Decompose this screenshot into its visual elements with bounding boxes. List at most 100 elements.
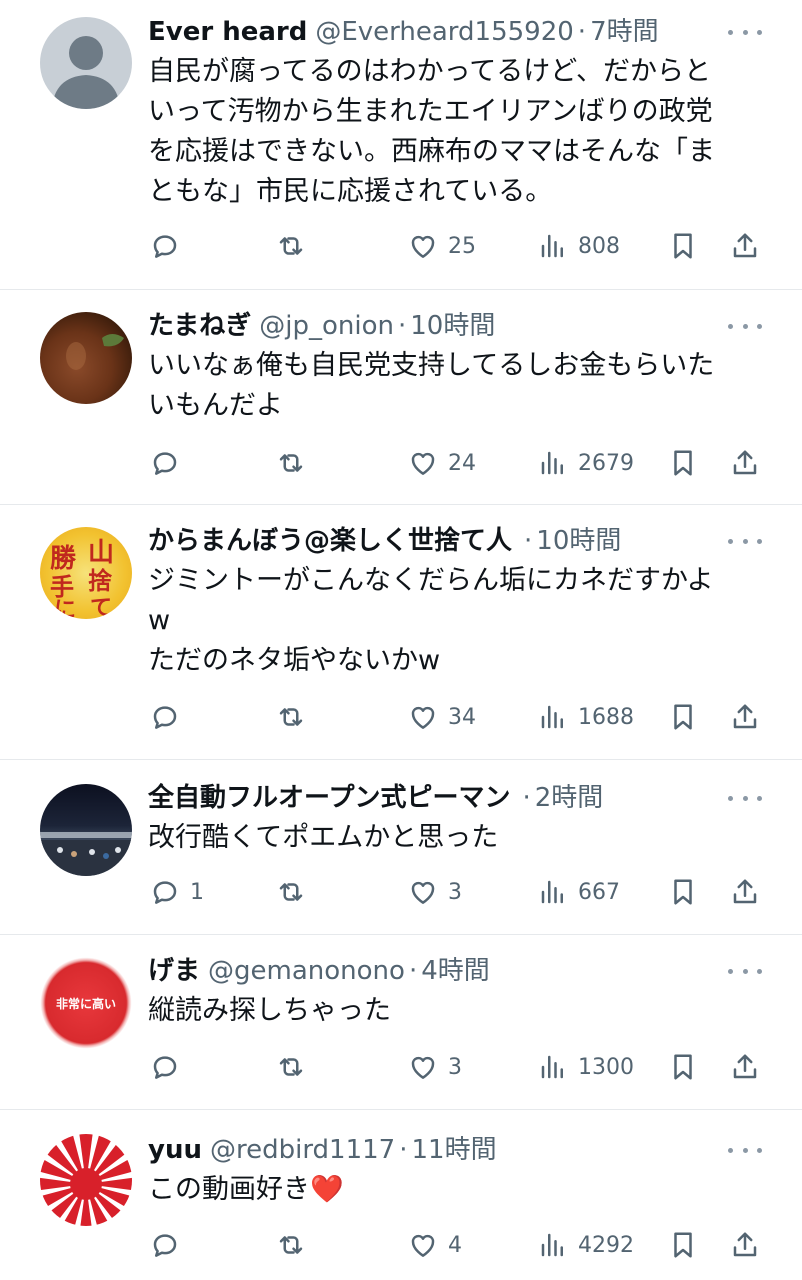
more-options-icon[interactable]	[728, 12, 762, 52]
bookmark-button[interactable]	[668, 697, 698, 737]
analytics-icon	[541, 1055, 563, 1079]
retweet-icon	[279, 454, 303, 472]
user-handle[interactable]: @Everheard155920	[315, 12, 573, 52]
like-button[interactable]: 3	[408, 872, 462, 912]
more-options-icon[interactable]	[728, 306, 762, 346]
bookmark-button[interactable]	[668, 443, 698, 483]
retweet-button[interactable]	[276, 226, 316, 266]
tweet[interactable]: yuu @redbird1117 · 11時間 この動画好き❤️ 4 4292	[0, 1110, 802, 1280]
like-button[interactable]: 4	[408, 1225, 462, 1265]
like-button[interactable]: 25	[408, 226, 476, 266]
views-button[interactable]: 667	[538, 872, 620, 912]
more-options-icon[interactable]	[728, 778, 762, 818]
action-bar: 3 1300	[148, 1047, 762, 1087]
user-handle[interactable]: @redbird1117	[210, 1130, 395, 1170]
share-icon	[733, 704, 757, 729]
share-button[interactable]	[730, 226, 760, 266]
avatar[interactable]	[40, 17, 132, 109]
views-button[interactable]: 1688	[538, 697, 634, 737]
share-icon	[733, 1054, 757, 1079]
avatar[interactable]: 非常に高い	[40, 957, 132, 1049]
tweet-header: たまねぎ @jp_onion · 10時間	[148, 306, 762, 346]
retweet-button[interactable]	[276, 1047, 316, 1087]
retweet-icon	[279, 237, 303, 255]
share-button[interactable]	[730, 1225, 760, 1265]
timestamp[interactable]: 4時間	[421, 951, 490, 991]
reply-button[interactable]	[150, 1047, 190, 1087]
retweet-icon	[279, 1236, 303, 1254]
reply-button[interactable]	[150, 226, 190, 266]
action-bar: 24 2679	[148, 443, 762, 483]
default-avatar-icon	[52, 36, 120, 109]
heart-icon	[411, 706, 435, 729]
timestamp[interactable]: 10時間	[536, 521, 621, 561]
like-count: 25	[448, 233, 476, 259]
heart-icon	[411, 235, 435, 258]
retweet-icon	[279, 1058, 303, 1076]
separator-dot: ·	[408, 956, 418, 986]
bookmark-button[interactable]	[668, 872, 698, 912]
views-button[interactable]: 4292	[538, 1225, 634, 1265]
display-name[interactable]: yuu	[148, 1130, 202, 1170]
reply-button[interactable]	[150, 697, 190, 737]
views-button[interactable]: 808	[538, 226, 620, 266]
avatar[interactable]	[40, 784, 132, 876]
like-button[interactable]: 24	[408, 443, 476, 483]
tweet-header: からまんぼう@楽しく世捨て人 · 10時間	[148, 521, 762, 561]
display-name[interactable]: Ever heard	[148, 12, 307, 52]
tweet-text: いいなぁ俺も自民党支持してるしお金もらいた いもんだよ	[148, 350, 715, 421]
display-name[interactable]: たまねぎ	[148, 306, 251, 346]
bookmark-button[interactable]	[668, 1225, 698, 1265]
retweet-button[interactable]	[276, 1225, 316, 1265]
more-options-icon[interactable]	[728, 521, 762, 561]
share-button[interactable]	[730, 697, 760, 737]
bookmark-button[interactable]	[668, 1047, 698, 1087]
bookmark-button[interactable]	[668, 226, 698, 266]
bookmark-icon	[674, 1232, 692, 1258]
onion-image	[66, 334, 124, 370]
display-name[interactable]: からまんぼう@楽しく世捨て人	[148, 521, 512, 561]
views-button[interactable]: 1300	[538, 1047, 634, 1087]
avatar[interactable]	[40, 1134, 132, 1226]
like-button[interactable]: 3	[408, 1047, 462, 1087]
more-options-icon[interactable]	[728, 1130, 762, 1170]
timestamp[interactable]: 7時間	[590, 12, 659, 52]
tweet[interactable]: 勝 山 手 捨 に て からまんぼう@楽しく世捨て人 · 10時間 ジミントーが…	[0, 505, 802, 760]
tweet-text: 自民が腐ってるのはわかってるけど、だからと いって汚物から生まれたエイリアンばり…	[148, 56, 715, 207]
timestamp[interactable]: 11時間	[411, 1130, 496, 1170]
reply-button[interactable]: 1	[150, 872, 204, 912]
tweet[interactable]: 非常に高い げま @gemanonono · 4時間 縦読み探しちゃった 3 1…	[0, 935, 802, 1110]
view-count: 2679	[578, 450, 634, 476]
retweet-button[interactable]	[276, 872, 316, 912]
heart-icon	[411, 881, 435, 904]
retweet-button[interactable]	[276, 697, 316, 737]
user-handle[interactable]: @jp_onion	[259, 306, 394, 346]
reply-button[interactable]	[150, 1225, 190, 1265]
share-button[interactable]	[730, 1047, 760, 1087]
bookmark-icon	[674, 704, 692, 730]
display-name[interactable]: 全自動フルオープン式ピーマン	[148, 778, 510, 818]
timestamp[interactable]: 2時間	[535, 778, 604, 818]
retweet-button[interactable]	[276, 443, 316, 483]
timestamp[interactable]: 10時間	[410, 306, 495, 346]
display-name[interactable]: げま	[148, 951, 200, 991]
tweet[interactable]: Ever heard @Everheard155920 · 7時間 自民が腐って…	[0, 0, 802, 290]
share-button[interactable]	[730, 872, 760, 912]
heart-icon	[411, 1056, 435, 1079]
bookmark-icon	[674, 1054, 692, 1080]
tweet[interactable]: たまねぎ @jp_onion · 10時間 いいなぁ俺も自民党支持してるしお金も…	[0, 290, 802, 505]
avatar[interactable]	[40, 312, 132, 404]
views-button[interactable]: 2679	[538, 443, 634, 483]
action-bar: 4 4292	[148, 1225, 762, 1265]
tweet[interactable]: 全自動フルオープン式ピーマン · 2時間 改行酷くてポエムかと思った 1 3 6…	[0, 760, 802, 935]
reply-icon	[153, 1056, 177, 1079]
user-handle[interactable]: @gemanonono	[208, 951, 405, 991]
share-button[interactable]	[730, 443, 760, 483]
avatar[interactable]: 勝 山 手 捨 に て	[40, 527, 132, 619]
like-button[interactable]: 34	[408, 697, 476, 737]
reply-button[interactable]	[150, 443, 190, 483]
more-options-icon[interactable]	[728, 951, 762, 991]
tweet-text-body: この動画好き	[148, 1174, 310, 1205]
tweet-header: 全自動フルオープン式ピーマン · 2時間	[148, 778, 762, 818]
avatar-char: 捨	[88, 566, 113, 595]
